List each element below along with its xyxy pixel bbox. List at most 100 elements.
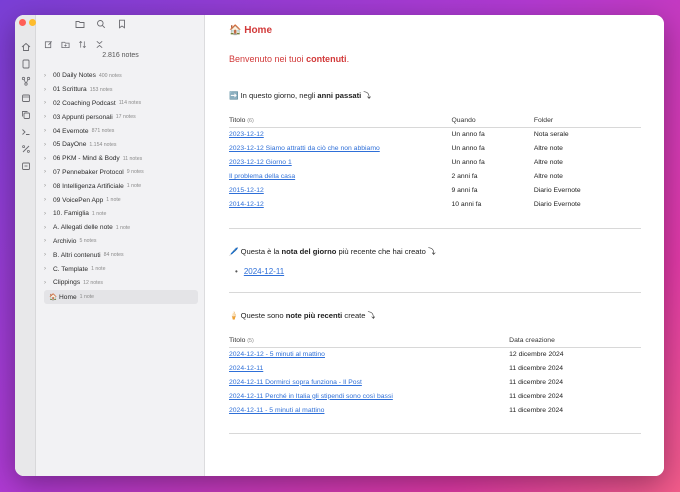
note-link[interactable]: 2023-12-12 <box>229 131 264 138</box>
column-header-title[interactable]: Titolo (5) <box>229 334 510 348</box>
tree-item-label: 06 PKM - Mind & Body <box>53 155 120 163</box>
heading-text: ➡️ In questo giorno, negli <box>229 91 318 100</box>
file-item[interactable]: 🏠 Home 1 note <box>44 289 198 304</box>
table-row: 2023-12-12 Un anno fa Nota serale <box>229 128 641 142</box>
ribbon <box>15 15 46 476</box>
cell-folder: Altre note <box>533 159 563 166</box>
note-link[interactable]: 2024-12-11 <box>244 267 284 276</box>
chevron-right-icon: › <box>44 224 46 231</box>
folder-item[interactable]: › A. Allegati delle note 1 note <box>44 221 198 235</box>
chevron-right-icon: › <box>44 252 46 259</box>
tree-item-label: 07 Pennebaker Protocol <box>53 168 124 176</box>
chevron-right-icon: › <box>44 72 46 79</box>
heading-suffix: create ⤵ <box>342 310 376 320</box>
welcome-text: Benvenuto nei tuoi <box>229 54 307 64</box>
cell-when: 10 anni fa <box>451 201 482 208</box>
note-link[interactable]: 2014-12-12 <box>229 201 264 208</box>
folder-item[interactable]: › Clippings 12 notes <box>44 276 198 290</box>
bookmark-icon[interactable] <box>116 18 127 29</box>
note-link[interactable]: 2024-12-12 - 5 minuti al mattino <box>229 351 325 358</box>
table-row: 2024-12-12 - 5 minuti al mattino 12 dicem… <box>229 347 641 361</box>
folder-item[interactable]: › Archivio 5 notes <box>44 235 198 249</box>
column-header-date[interactable]: Data creazione <box>509 334 641 348</box>
terminal-icon[interactable] <box>20 126 31 137</box>
folder-item[interactable]: › 03 Appunti personali 17 notes <box>44 110 198 124</box>
file-tree: › 00 Daily Notes 400 notes › 01 Scrittura 153… <box>44 69 198 304</box>
note-link[interactable]: 2023-12-12 Siamo attratti da ciò che non… <box>229 145 380 152</box>
column-header-title[interactable]: Titolo (6) <box>229 115 452 128</box>
folder-item[interactable]: › C. Template 1 note <box>44 262 198 276</box>
home-icon[interactable] <box>20 41 31 52</box>
vault-note-count: 2.816 notes <box>102 52 139 59</box>
files-icon[interactable] <box>20 58 31 69</box>
graph-icon[interactable] <box>20 75 31 86</box>
note-link[interactable]: 2015-12-12 <box>229 187 264 194</box>
column-header-folder[interactable]: Folder <box>533 115 641 128</box>
welcome-bold: contenuti <box>306 54 347 64</box>
table-row: 2023-12-12 Siamo attratti da ciò che non… <box>229 142 641 156</box>
folder-item[interactable]: › 04 Evernote 871 notes <box>44 124 198 138</box>
percent-icon[interactable] <box>20 143 31 154</box>
divider <box>229 433 641 434</box>
tree-item-count: 114 notes <box>118 100 142 107</box>
note-link[interactable]: 2024-12-11 - 5 minuti al mattino <box>229 407 324 414</box>
cell-title: 2023-12-12 Giorno 1 <box>229 156 451 170</box>
sort-icon[interactable] <box>77 39 88 50</box>
folder-item[interactable]: › B. Altri contenuti 84 notes <box>44 248 198 262</box>
archive-icon[interactable] <box>20 160 31 171</box>
close-window-button[interactable] <box>19 19 26 26</box>
table-row: 2024-12-11 11 dicembre 2024 <box>229 361 641 375</box>
new-folder-icon[interactable] <box>60 39 71 50</box>
note-link[interactable]: Il problema della casa <box>229 173 295 180</box>
cell-title: 2014-12-12 <box>229 198 451 212</box>
table-header-row: Titolo (6) Quando Folder <box>229 115 641 128</box>
folder-item[interactable]: › 06 PKM - Mind & Body 11 notes <box>44 152 198 166</box>
chevron-right-icon: › <box>44 238 46 245</box>
collapse-all-icon[interactable] <box>94 39 105 50</box>
tree-item-count: 11 notes <box>122 155 143 162</box>
cell-date: 11 dicembre 2024 <box>509 406 564 414</box>
folder-item[interactable]: › 00 Daily Notes 400 notes <box>44 69 198 83</box>
tree-item-label: 05 DayOne <box>53 141 87 149</box>
chevron-right-icon: › <box>44 183 46 190</box>
tree-item-label: A. Allegati delle note <box>53 224 113 232</box>
list-item: 2024-12-11 <box>235 267 641 276</box>
tree-item-count: 84 notes <box>103 252 124 259</box>
divider <box>229 227 641 229</box>
folder-item[interactable]: › 10. Famiglia 1 note <box>44 207 198 221</box>
folder-item[interactable]: › 02 Coaching Podcast 114 notes <box>44 97 198 111</box>
cell-title: 2024-12-11 Dormirci sopra funziona - Il … <box>229 375 509 389</box>
note-link[interactable]: 2024-12-11 <box>229 365 263 372</box>
folder-item[interactable]: › 09 VoicePen App 1 note <box>44 193 198 207</box>
folder-item[interactable]: › 08 Intelligenza Artificiale 1 note <box>44 179 198 193</box>
folder-icon[interactable] <box>74 18 85 29</box>
heading-suffix: ⤵ <box>361 91 372 100</box>
note-link[interactable]: 2024-12-11 Dormirci sopra funziona - Il … <box>229 379 362 386</box>
note-of-day-heading: 🖊️ Questa è la nota del giorno più recen… <box>229 246 641 257</box>
folder-item[interactable]: › 01 Scrittura 153 notes <box>44 83 198 97</box>
minimize-window-button[interactable] <box>29 19 36 26</box>
new-note-icon[interactable] <box>43 39 54 50</box>
search-icon[interactable] <box>95 18 106 29</box>
note-link[interactable]: 2023-12-12 Giorno 1 <box>229 159 292 166</box>
recent-notes-table: Titolo (5) Data creazione 2024-12-12 - 5… <box>229 334 641 418</box>
table-row: 2024-12-11 Perché in Italia gli stipendi… <box>229 389 641 403</box>
folder-item[interactable]: › 07 Pennebaker Protocol 9 notes <box>44 166 198 180</box>
heading-bold: anni passati <box>317 91 362 100</box>
cell-date: 12 dicembre 2024 <box>509 350 564 358</box>
note-link[interactable]: 2024-12-11 Perché in Italia gli stipendi… <box>229 393 393 400</box>
calendar-icon[interactable] <box>20 92 31 103</box>
column-header-when[interactable]: Quando <box>451 115 534 128</box>
welcome-suffix: . <box>346 54 350 64</box>
note-view: 🏠 Home Benvenuto nei tuoi contenuti. ➡️ … <box>205 15 664 476</box>
cell-folder: Diario Evernote <box>533 187 581 194</box>
tree-item-count: 17 notes <box>115 114 136 121</box>
file-explorer-sidebar: 2.816 notes › 00 Daily Notes 400 notes › 01 … <box>36 15 205 476</box>
chevron-right-icon: › <box>44 86 46 93</box>
folder-item[interactable]: › 05 DayOne 1.154 notes <box>44 138 198 152</box>
tree-item-label: 03 Appunti personali <box>53 113 113 121</box>
column-label: Titolo <box>229 117 246 124</box>
copy-icon[interactable] <box>20 109 31 120</box>
recent-notes-heading: 🍦 Queste sono note più recenti create ⤵ <box>229 310 641 321</box>
cell-title: 2024-12-12 - 5 minuti al mattino <box>229 347 509 361</box>
